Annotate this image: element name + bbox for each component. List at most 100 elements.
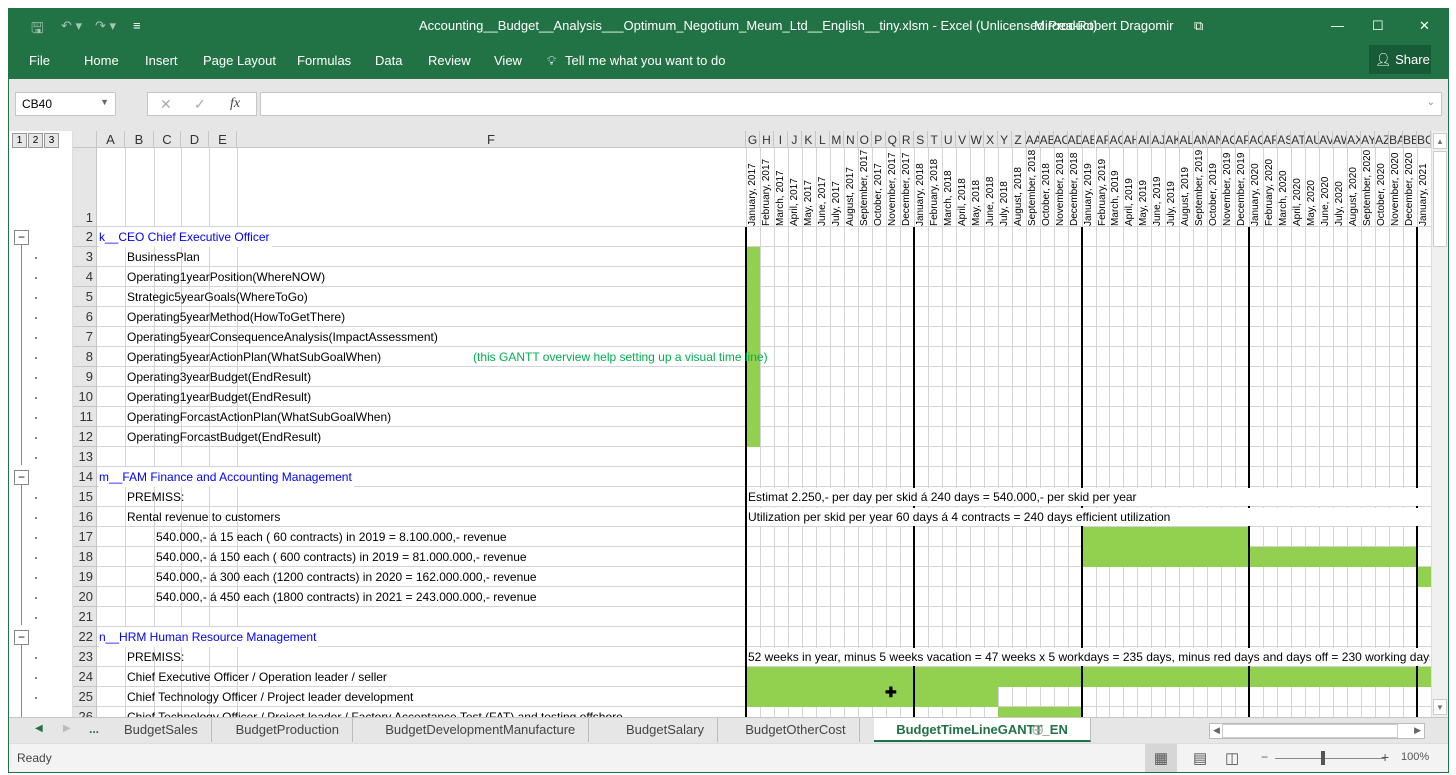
row-header-18[interactable]: 18: [73, 547, 97, 567]
column-header-AH[interactable]: AH: [1123, 131, 1138, 148]
user-name[interactable]: Mircea-Robert Dragomir: [1034, 18, 1173, 33]
zoom-slider-handle[interactable]: [1321, 751, 1325, 765]
sheet-tab-budgetsalary[interactable]: BudgetSalary: [613, 718, 719, 742]
enter-icon[interactable]: ✓: [194, 93, 206, 115]
prev-sheet-icon[interactable]: ◀: [35, 723, 43, 734]
column-header-O[interactable]: O: [857, 131, 872, 148]
page-layout-view-icon[interactable]: ▤: [1193, 749, 1207, 767]
column-header-N[interactable]: N: [843, 131, 858, 148]
row-header-2[interactable]: 2: [73, 227, 97, 247]
more-sheets-button[interactable]: ...: [89, 722, 99, 736]
sheet-tab-budgetdevelopmentmanufacture[interactable]: BudgetDevelopmentManufacture: [372, 718, 590, 742]
column-header-AM[interactable]: AM: [1193, 131, 1208, 148]
row-header-12[interactable]: 12: [73, 427, 97, 447]
row-header-6[interactable]: 6: [73, 307, 97, 327]
tab-home[interactable]: Home: [84, 53, 119, 68]
zoom-out-icon[interactable]: −: [1261, 750, 1268, 764]
collapse-group-button[interactable]: −: [14, 630, 29, 645]
add-sheet-icon[interactable]: ⊕: [1031, 720, 1044, 740]
cell-text[interactable]: OperatingForcastActionPlan(WhatSubGoalWh…: [127, 407, 391, 427]
column-header-AW[interactable]: AW: [1333, 131, 1348, 148]
cell-text[interactable]: PREMISS:: [127, 647, 184, 667]
row-header-22[interactable]: 22: [73, 627, 97, 647]
cell-text[interactable]: Rental revenue to customers: [127, 507, 280, 527]
next-sheet-icon[interactable]: ▶: [63, 723, 71, 734]
minimize-icon[interactable]: —: [1331, 18, 1344, 33]
row-header-9[interactable]: 9: [73, 367, 97, 387]
column-header-AG[interactable]: AG: [1109, 131, 1124, 148]
column-header-J[interactable]: J: [787, 131, 802, 148]
vertical-scroll-thumb[interactable]: [1433, 151, 1447, 247]
column-header-B[interactable]: B: [125, 131, 154, 148]
cell-text[interactable]: Strategic5yearGoals(WhereToGo): [127, 287, 308, 307]
close-icon[interactable]: ✕: [1419, 18, 1430, 34]
premise-text[interactable]: 52 weeks in year, minus 5 weeks vacation…: [748, 648, 1430, 666]
ribbon-display-icon[interactable]: ⧉: [1194, 18, 1203, 34]
row-header-23[interactable]: 23: [73, 647, 97, 667]
scroll-up-icon[interactable]: ▲: [1433, 133, 1447, 149]
column-header-C[interactable]: C: [154, 131, 181, 148]
worksheet-grid[interactable]: 123ABCDEFGHIJKLMNOPQRSTUVWXYZAAABACADAEA…: [9, 131, 1431, 717]
column-header-E[interactable]: E: [209, 131, 237, 148]
row-header-14[interactable]: 14: [73, 467, 97, 487]
row-header-17[interactable]: 17: [73, 527, 97, 547]
sheet-tab-budgetothercost[interactable]: BudgetOtherCost: [732, 718, 860, 742]
premise-text[interactable]: Utilization per skid per year 60 days á …: [748, 508, 1430, 526]
column-header-AQ[interactable]: AQ: [1249, 131, 1264, 148]
tab-file[interactable]: File: [29, 53, 50, 68]
column-header-Y[interactable]: Y: [997, 131, 1012, 148]
select-all-button[interactable]: [73, 131, 97, 148]
row-header-16[interactable]: 16: [73, 507, 97, 527]
insert-function-icon[interactable]: fx: [230, 93, 240, 115]
tab-view[interactable]: View: [494, 53, 522, 68]
column-header-AU[interactable]: AU: [1305, 131, 1320, 148]
cell-text[interactable]: OperatingForcastBudget(EndResult): [127, 427, 321, 447]
column-header-I[interactable]: I: [773, 131, 788, 148]
column-header-D[interactable]: D: [181, 131, 209, 148]
row-header-19[interactable]: 19: [73, 567, 97, 587]
column-header-BC[interactable]: BC: [1417, 131, 1431, 148]
section-heading[interactable]: n__HRM Human Resource Management: [99, 627, 319, 647]
name-box[interactable]: CB40 ▼: [15, 92, 116, 116]
column-header-AS[interactable]: AS: [1277, 131, 1292, 148]
save-icon[interactable]: 🖫: [31, 18, 44, 43]
column-header-R[interactable]: R: [899, 131, 914, 148]
redo-icon[interactable]: ↷ ▾: [95, 18, 116, 34]
vertical-scrollbar[interactable]: ▲ ▼: [1431, 131, 1448, 717]
collapse-group-button[interactable]: −: [14, 470, 29, 485]
row-header-24[interactable]: 24: [73, 667, 97, 687]
row-header-20[interactable]: 20: [73, 587, 97, 607]
column-header-AB[interactable]: AB: [1039, 131, 1054, 148]
row-header-21[interactable]: 21: [73, 607, 97, 627]
row-header-13[interactable]: 13: [73, 447, 97, 467]
column-header-G[interactable]: G: [746, 131, 760, 148]
column-header-Q[interactable]: Q: [885, 131, 900, 148]
tab-page-layout[interactable]: Page Layout: [203, 53, 276, 68]
outline-level-1-button[interactable]: 1: [12, 133, 27, 148]
horizontal-scrollbar[interactable]: ◀ ▶: [1209, 723, 1425, 739]
column-header-AT[interactable]: AT: [1291, 131, 1306, 148]
cell-text[interactable]: Chief Technology Officer / Project leade…: [127, 707, 623, 717]
zoom-level[interactable]: 100%: [1401, 751, 1429, 763]
column-header-X[interactable]: X: [983, 131, 998, 148]
column-header-AA[interactable]: AA: [1025, 131, 1040, 148]
column-header-AL[interactable]: AL: [1179, 131, 1194, 148]
row-header-11[interactable]: 11: [73, 407, 97, 427]
scroll-down-icon[interactable]: ▼: [1433, 699, 1447, 715]
column-header-W[interactable]: W: [969, 131, 984, 148]
row-header-3[interactable]: 3: [73, 247, 97, 267]
cell-text[interactable]: 540.000,- á 15 each ( 60 contracts) in 2…: [156, 527, 507, 547]
page-break-view-icon[interactable]: ◫: [1225, 749, 1239, 767]
sheet-tab-budgetproduction[interactable]: BudgetProduction: [223, 718, 353, 742]
column-header-V[interactable]: V: [955, 131, 970, 148]
cell-text[interactable]: Operating5yearMethod(HowToGetThere): [127, 307, 345, 327]
row-header-26[interactable]: 26: [73, 707, 97, 717]
column-header-BA[interactable]: BA: [1389, 131, 1404, 148]
cell-text[interactable]: Chief Executive Officer / Operation lead…: [127, 667, 387, 687]
row-header-1[interactable]: 1: [73, 148, 97, 227]
cancel-icon[interactable]: ✕: [160, 93, 172, 115]
column-header-AD[interactable]: AD: [1067, 131, 1082, 148]
column-header-K[interactable]: K: [801, 131, 816, 148]
column-header-T[interactable]: T: [927, 131, 942, 148]
section-heading[interactable]: m__FAM Finance and Accounting Management: [99, 467, 354, 487]
